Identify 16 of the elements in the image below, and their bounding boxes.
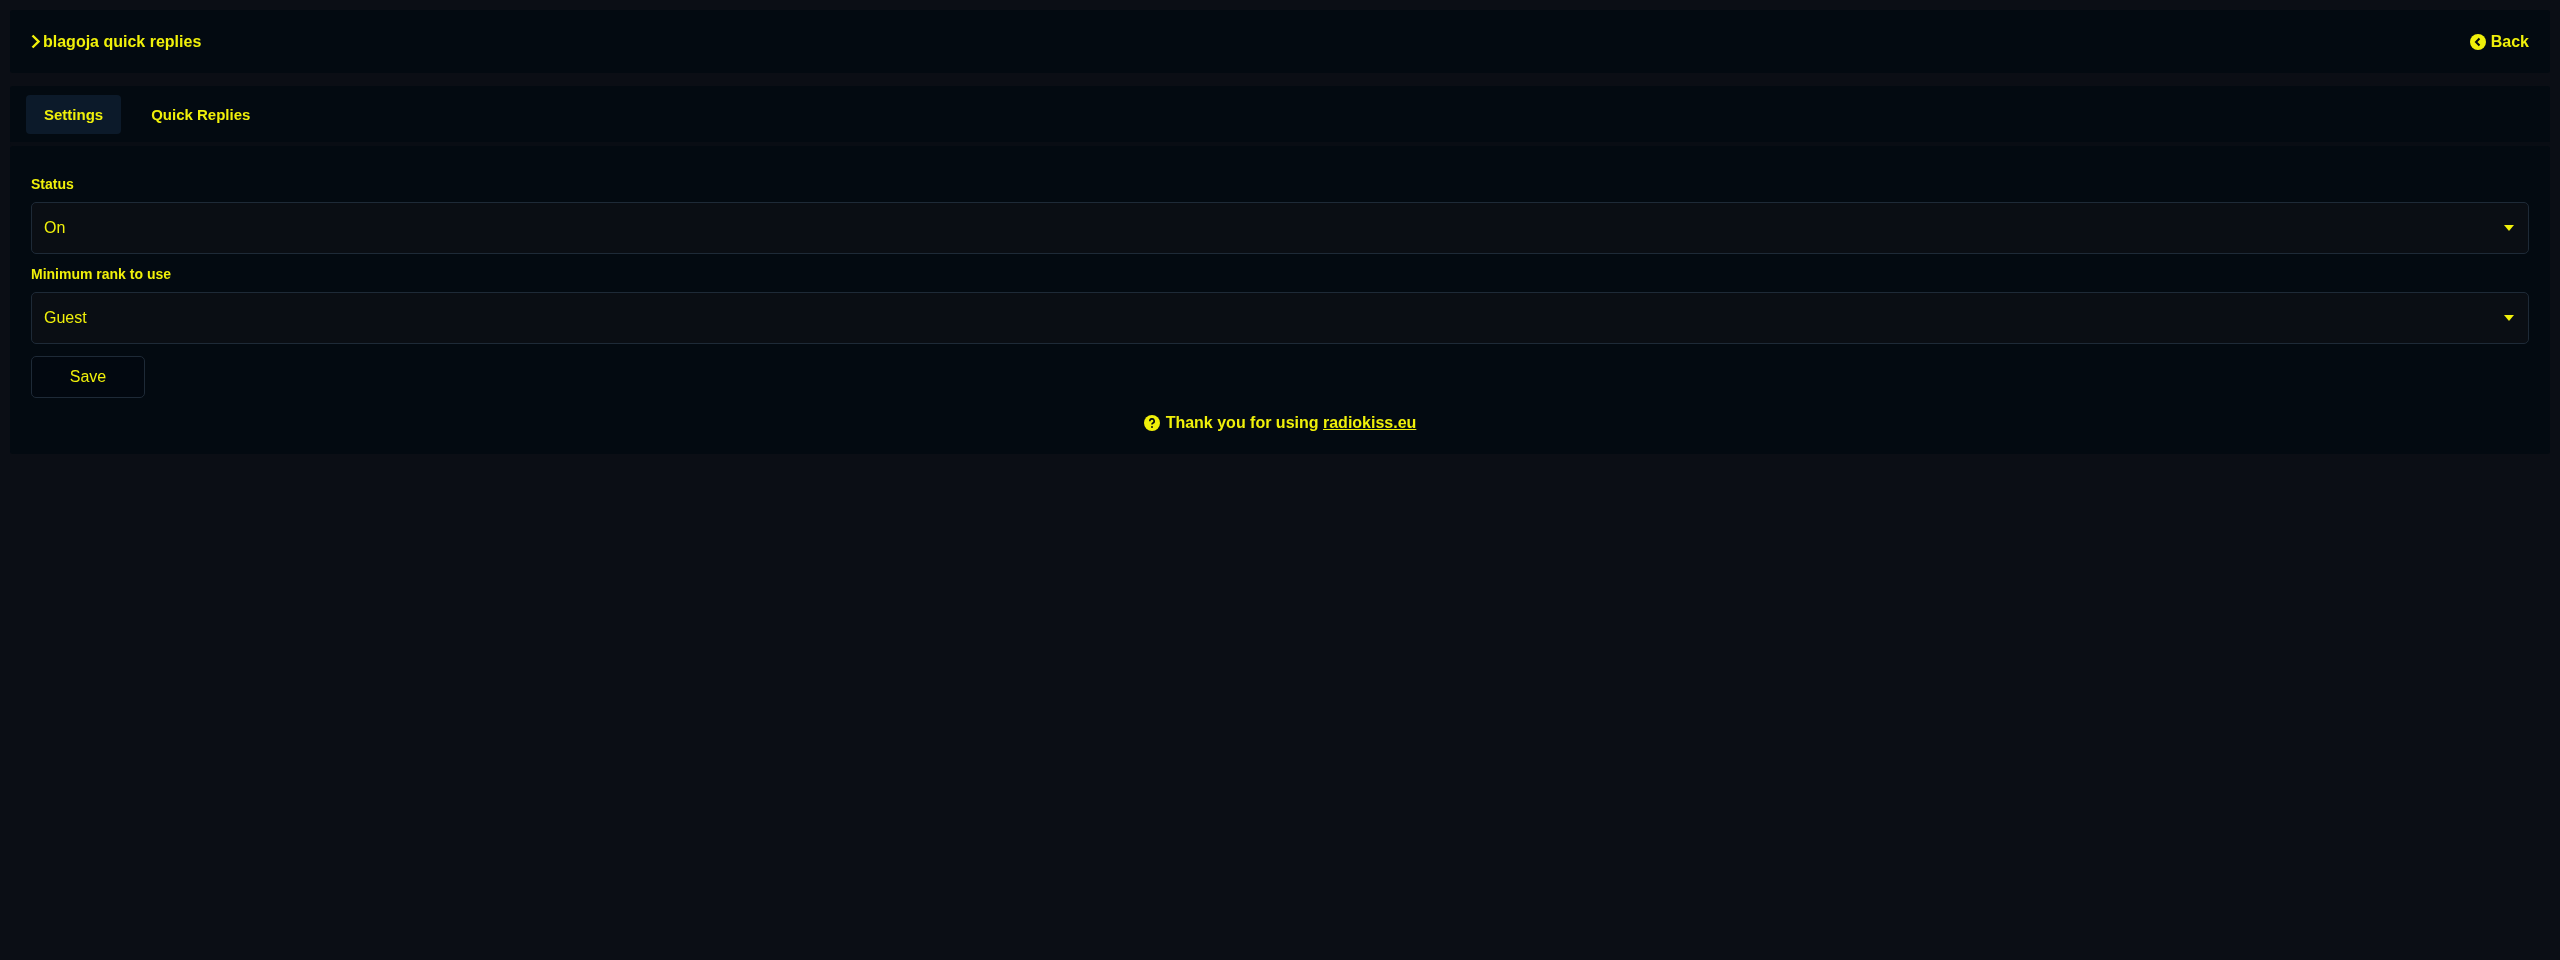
caret-icon: [2504, 315, 2514, 321]
tab[interactable]: Settings: [26, 94, 122, 134]
tab[interactable]: Quick Replies: [133, 94, 269, 134]
field-label: Status: [31, 176, 75, 192]
caret-icon: [2504, 225, 2514, 231]
site-link[interactable]: radiokiss.eu: [1323, 414, 1417, 431]
field-label: Minimum rank to use: [31, 266, 173, 282]
dropdown[interactable]: Guest: [31, 292, 2529, 344]
back-circle-icon: [2469, 33, 2486, 50]
back-link[interactable]: Back: [2469, 32, 2529, 51]
dropdown[interactable]: On: [31, 202, 2529, 254]
save-button[interactable]: Save: [31, 356, 145, 398]
help-icon: [1143, 415, 1160, 431]
footer-text: Thank you for using radiokiss.eu: [1165, 414, 1417, 432]
page-title: blagoja quick replies: [43, 32, 202, 51]
chevron-right-icon: [31, 34, 40, 49]
